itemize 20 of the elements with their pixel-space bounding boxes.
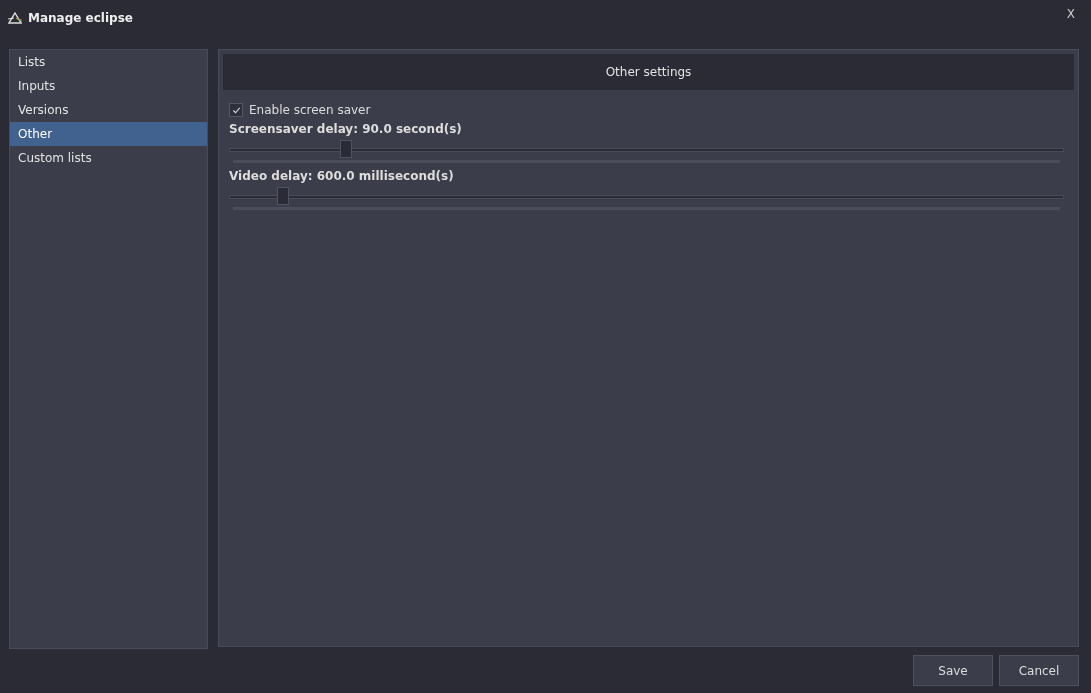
slider-thumb[interactable] bbox=[339, 140, 352, 158]
slider-label: Screensaver delay: 90.0 second(s) bbox=[229, 121, 463, 138]
sidebar-item[interactable]: Custom lists bbox=[10, 146, 207, 170]
slider-label: Video delay: 600.0 millisecond(s) bbox=[229, 168, 455, 185]
sidebar-item[interactable]: Other bbox=[10, 122, 207, 146]
save-button[interactable]: Save bbox=[913, 655, 993, 686]
slider[interactable] bbox=[229, 138, 1064, 160]
close-button[interactable]: X bbox=[1066, 7, 1075, 21]
panel-header: Other settings bbox=[223, 54, 1074, 90]
slider-thumb[interactable] bbox=[277, 187, 290, 205]
cancel-button[interactable]: Cancel bbox=[999, 655, 1079, 686]
checkbox[interactable] bbox=[229, 103, 243, 117]
window-title: Manage eclipse bbox=[28, 11, 133, 25]
checkmark-icon bbox=[231, 105, 241, 115]
sidebar-item[interactable]: Inputs bbox=[10, 74, 207, 98]
sidebar-item[interactable]: Versions bbox=[10, 98, 207, 122]
sidebar-item[interactable]: Lists bbox=[10, 50, 207, 74]
prism-icon bbox=[8, 12, 22, 24]
slider[interactable] bbox=[229, 185, 1064, 207]
checkbox-label: Enable screen saver bbox=[249, 103, 371, 117]
